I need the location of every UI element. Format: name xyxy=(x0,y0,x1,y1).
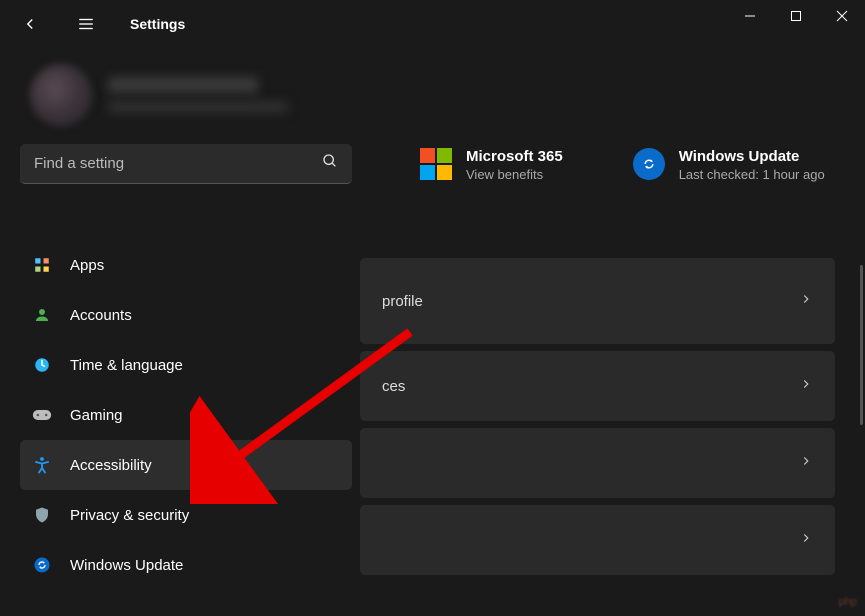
sidebar-item-apps[interactable]: Apps xyxy=(20,240,352,290)
sidebar-item-windows-update[interactable]: Windows Update xyxy=(20,540,352,590)
setting-label: profile xyxy=(382,293,423,310)
sidebar-item-privacy-security[interactable]: Privacy & security xyxy=(20,490,352,540)
search-input[interactable] xyxy=(34,155,322,172)
setting-row[interactable] xyxy=(360,428,835,498)
maximize-button[interactable] xyxy=(773,0,819,32)
user-profile[interactable] xyxy=(20,58,360,144)
gaming-icon xyxy=(32,405,52,425)
search-icon xyxy=(322,153,338,174)
sidebar-item-time-language[interactable]: Time & language xyxy=(20,340,352,390)
setting-label: ces xyxy=(382,378,405,395)
apps-icon xyxy=(32,255,52,275)
window-controls xyxy=(727,0,865,32)
accounts-icon xyxy=(32,305,52,325)
setting-row[interactable] xyxy=(360,505,835,575)
chevron-right-icon xyxy=(799,377,813,396)
microsoft-logo-icon xyxy=(420,148,452,180)
window-title: Settings xyxy=(130,16,185,32)
update-icon xyxy=(32,555,52,575)
main-panel: Microsoft 365 View benefits Windows Upda… xyxy=(360,48,865,590)
watermark: php xyxy=(839,596,857,608)
setting-row[interactable]: ces xyxy=(360,351,835,421)
sidebar-item-gaming[interactable]: Gaming xyxy=(20,390,352,440)
chevron-right-icon xyxy=(799,292,813,311)
microsoft-365-card[interactable]: Microsoft 365 View benefits xyxy=(420,148,563,182)
avatar xyxy=(30,64,92,126)
sidebar-item-label: Windows Update xyxy=(70,557,183,574)
card-title: Microsoft 365 xyxy=(466,148,563,165)
card-title: Windows Update xyxy=(679,148,825,165)
hamburger-menu-button[interactable] xyxy=(74,12,98,36)
settings-list: profile ces xyxy=(360,258,865,575)
card-subtitle: View benefits xyxy=(466,167,563,182)
sidebar-item-label: Accounts xyxy=(70,307,132,324)
shield-icon xyxy=(32,505,52,525)
scrollbar-thumb[interactable] xyxy=(860,265,863,425)
card-subtitle: Last checked: 1 hour ago xyxy=(679,167,825,182)
back-button[interactable] xyxy=(18,12,42,36)
sidebar-item-accessibility[interactable]: Accessibility xyxy=(20,440,352,490)
sidebar-item-accounts[interactable]: Accounts xyxy=(20,290,352,340)
time-language-icon xyxy=(32,355,52,375)
chevron-right-icon xyxy=(799,454,813,473)
nav-list: Apps Accounts Time & language Gaming Acc… xyxy=(20,240,360,590)
close-button[interactable] xyxy=(819,0,865,32)
user-info xyxy=(108,77,288,113)
chevron-right-icon xyxy=(799,531,813,550)
accessibility-icon xyxy=(32,455,52,475)
setting-row[interactable]: profile xyxy=(360,258,835,344)
sidebar-item-label: Gaming xyxy=(70,407,123,424)
search-box[interactable] xyxy=(20,144,352,184)
sidebar-item-label: Accessibility xyxy=(70,457,152,474)
sidebar-item-label: Apps xyxy=(70,257,104,274)
sidebar-item-label: Privacy & security xyxy=(70,507,189,524)
windows-update-icon xyxy=(633,148,665,180)
minimize-button[interactable] xyxy=(727,0,773,32)
windows-update-card[interactable]: Windows Update Last checked: 1 hour ago xyxy=(633,148,825,182)
sidebar: Apps Accounts Time & language Gaming Acc… xyxy=(20,48,360,590)
sidebar-item-label: Time & language xyxy=(70,357,183,374)
